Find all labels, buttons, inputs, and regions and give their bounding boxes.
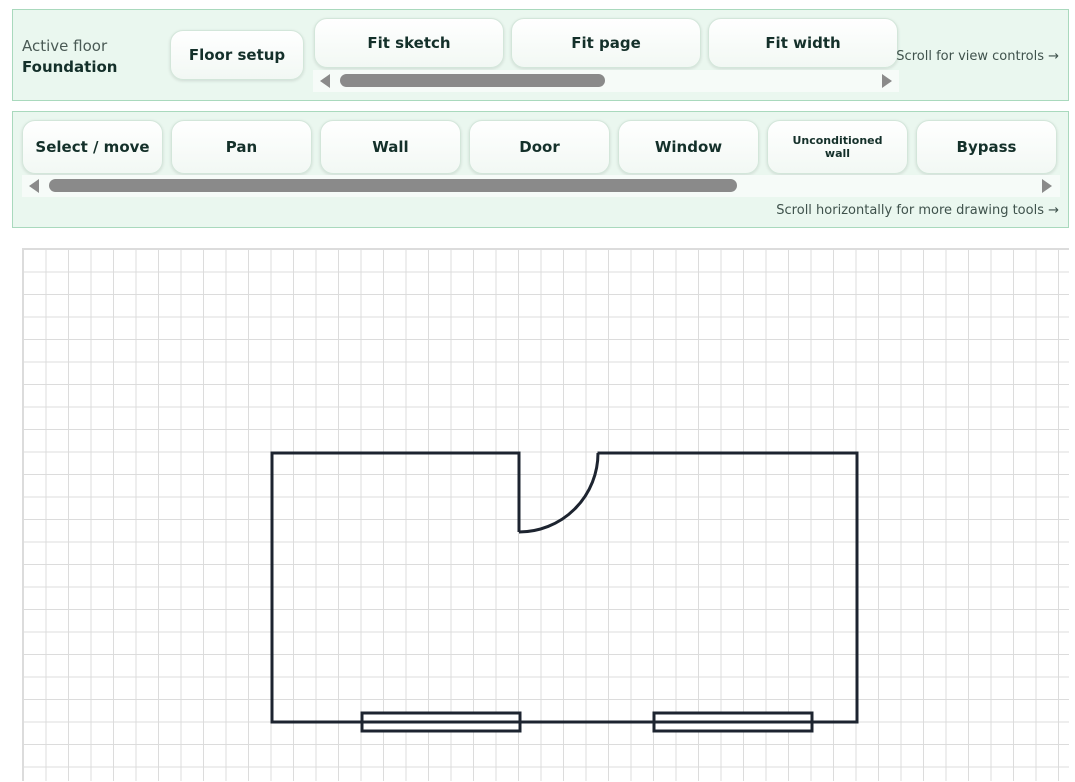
tool-bypass-button[interactable]: Bypass [916, 120, 1057, 174]
active-floor-label: Active floor [22, 37, 108, 55]
active-floor-name: Foundation [22, 58, 118, 76]
drawing-tools-panel: Select / move Pan Wall Door Window Uncon… [12, 111, 1069, 228]
drawing-tools-scroll-thumb[interactable] [49, 179, 737, 192]
door[interactable] [517, 452, 600, 534]
tool-pan-button[interactable]: Pan [171, 120, 312, 174]
active-floor-info: Active floor Foundation [22, 36, 117, 78]
view-controls-hint: Scroll for view controls → [896, 49, 1059, 64]
fit-sketch-button[interactable]: Fit sketch [314, 18, 504, 68]
sketch-canvas[interactable] [22, 248, 1069, 781]
drawing-tools-scrollbar[interactable] [22, 175, 1060, 197]
floor-plan-drawing [270, 451, 859, 733]
door-swing-arc [518, 452, 600, 534]
tool-window-button[interactable]: Window [618, 120, 759, 174]
fit-width-button[interactable]: Fit width [708, 18, 898, 68]
window[interactable] [652, 711, 814, 733]
scroll-right-icon[interactable] [1042, 179, 1052, 193]
scroll-left-icon[interactable] [320, 74, 330, 88]
tool-door-button[interactable]: Door [469, 120, 610, 174]
scroll-right-icon[interactable] [882, 74, 892, 88]
floor-setup-button[interactable]: Floor setup [170, 30, 304, 80]
window[interactable] [360, 711, 522, 733]
fit-page-button[interactable]: Fit page [511, 18, 701, 68]
view-controls-scroll-thumb[interactable] [340, 74, 605, 87]
view-controls-strip: Fit sketch Fit page Fit width [313, 10, 903, 96]
tool-select-move-button[interactable]: Select / move [22, 120, 163, 174]
scroll-left-icon[interactable] [29, 179, 39, 193]
view-controls-scrollbar[interactable] [313, 70, 899, 92]
tool-wall-button[interactable]: Wall [320, 120, 461, 174]
tool-unconditioned-wall-button[interactable]: Unconditioned wall [767, 120, 908, 174]
view-controls-panel: Active floor Foundation Floor setup Fit … [12, 9, 1069, 101]
drawing-tools-hint: Scroll horizontally for more drawing too… [776, 203, 1059, 218]
